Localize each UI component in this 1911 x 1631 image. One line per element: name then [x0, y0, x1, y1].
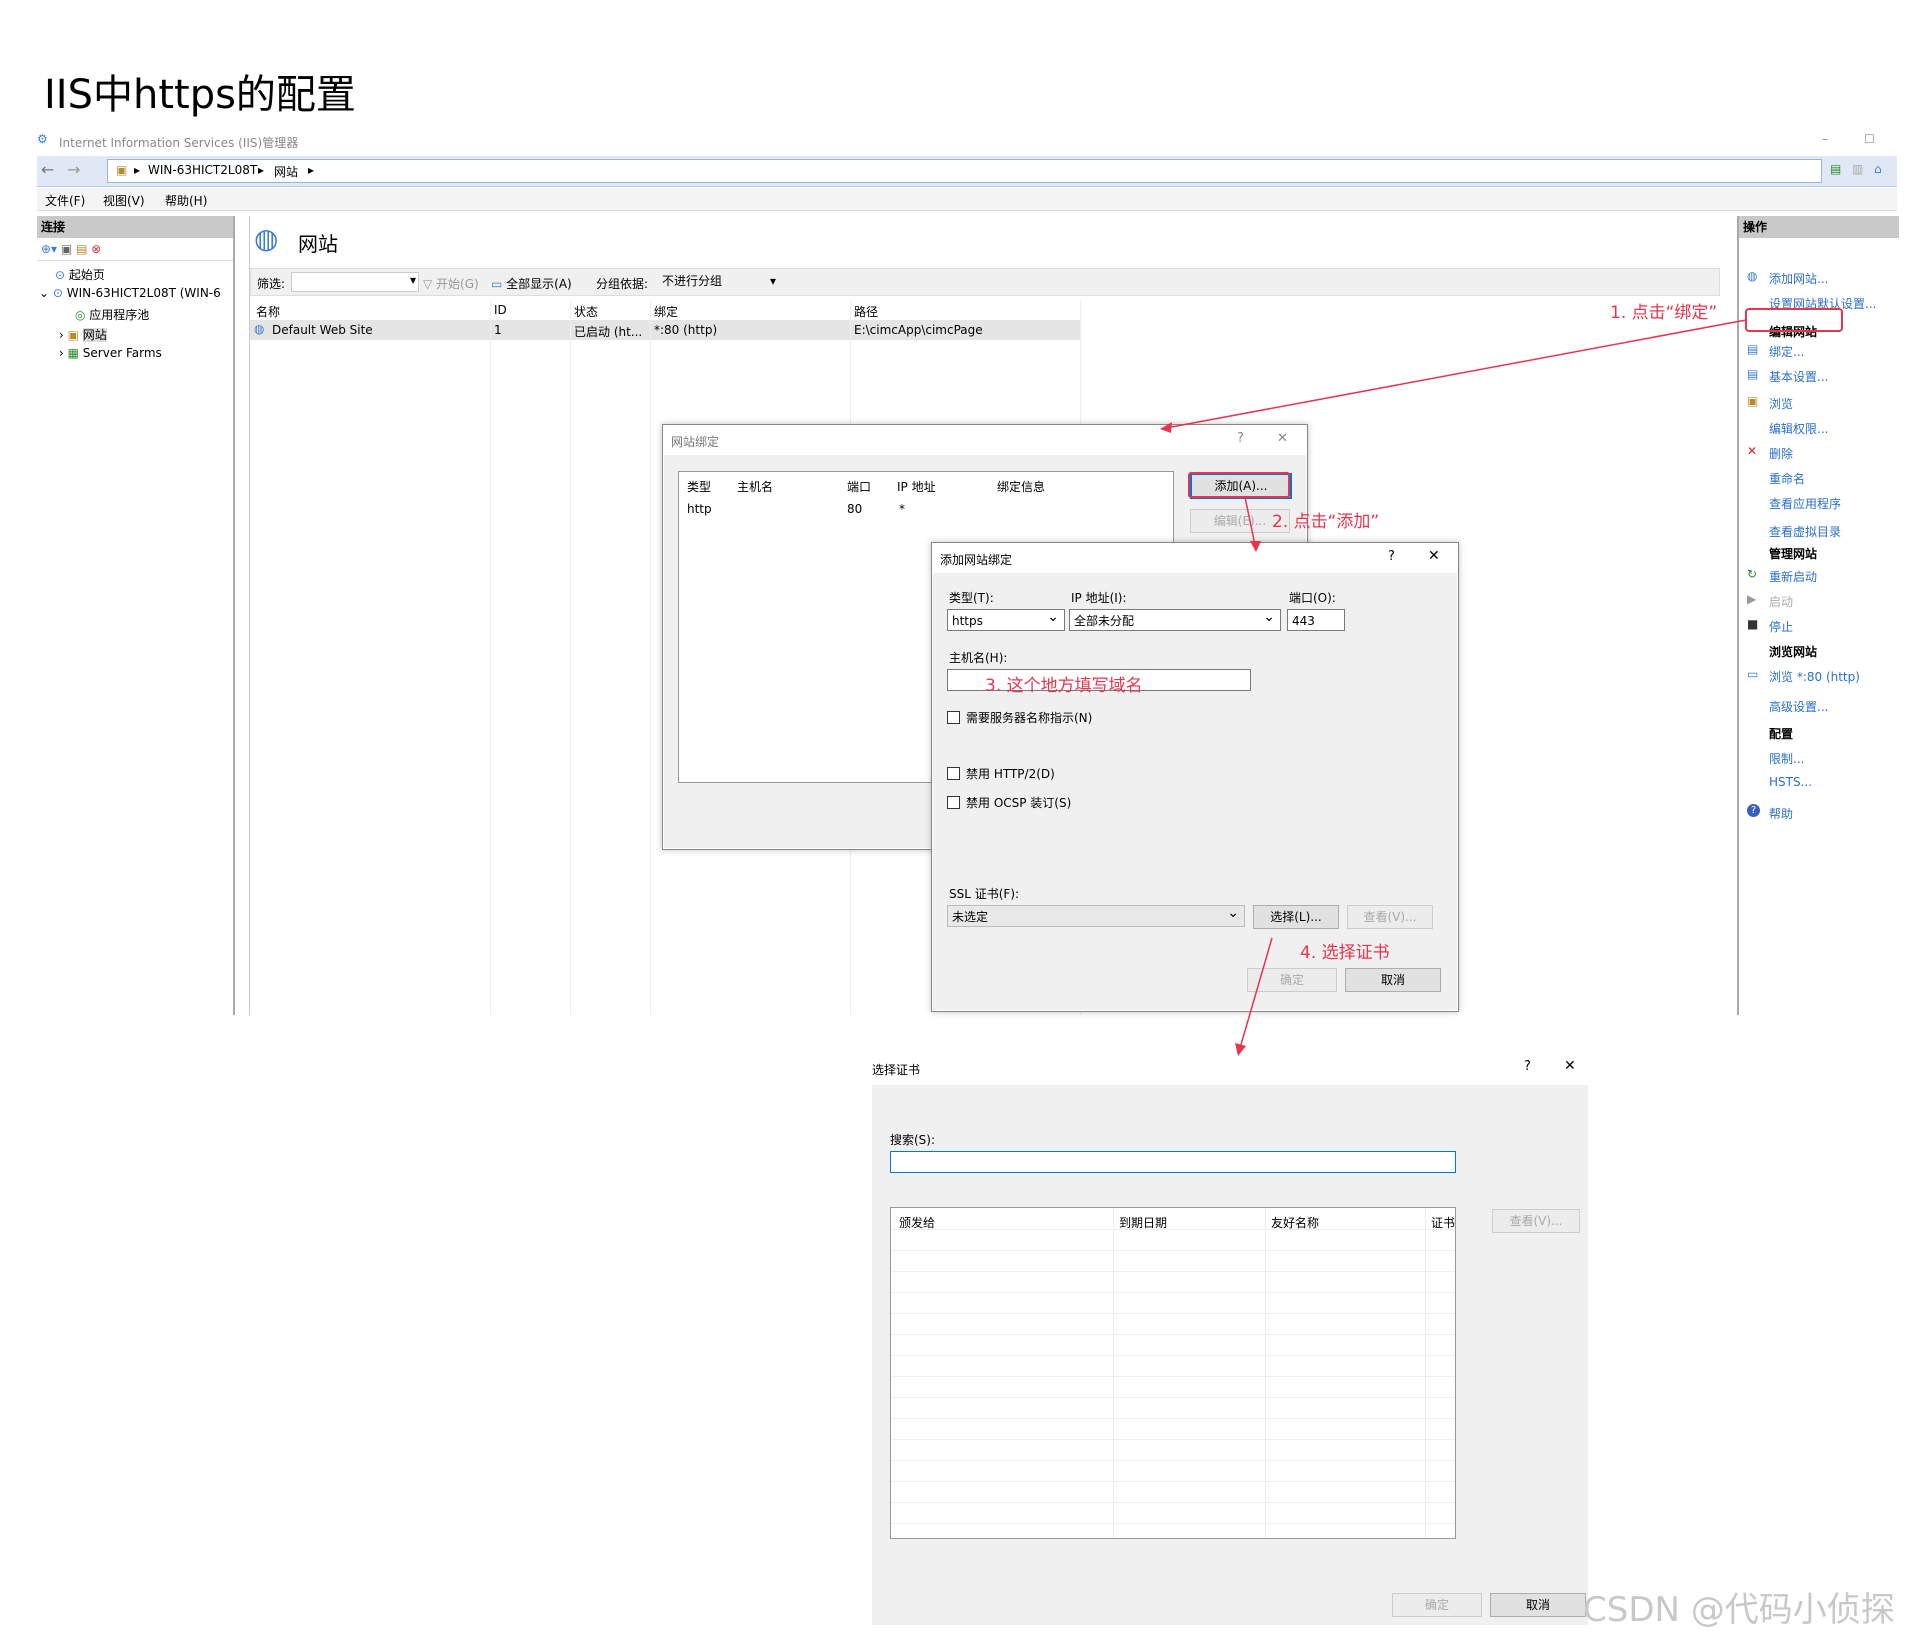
- arrow-head-icon: [1235, 1043, 1246, 1056]
- arrow-line-4: [1239, 937, 1273, 1049]
- arrow-line-2: [1244, 496, 1256, 546]
- arrow-head-icon: [1160, 422, 1172, 433]
- annotation-step1: 1. 点击“绑定”: [1610, 303, 1718, 323]
- arrow-line-1: [1165, 319, 1747, 429]
- arrow-head-icon: [1250, 541, 1261, 552]
- bind-highlight-box: [1745, 308, 1843, 332]
- watermark: CSDN @代码小侦探: [1583, 1590, 1895, 1630]
- annotation-step2: 2. 点击“添加”: [1272, 512, 1380, 532]
- annotation-overlay: [1160, 308, 1843, 1056]
- annotation-step3: 3. 这个地方填写域名: [985, 676, 1143, 696]
- add-highlight-box: [1188, 472, 1290, 498]
- annotation-step4: 4. 选择证书: [1300, 943, 1390, 963]
